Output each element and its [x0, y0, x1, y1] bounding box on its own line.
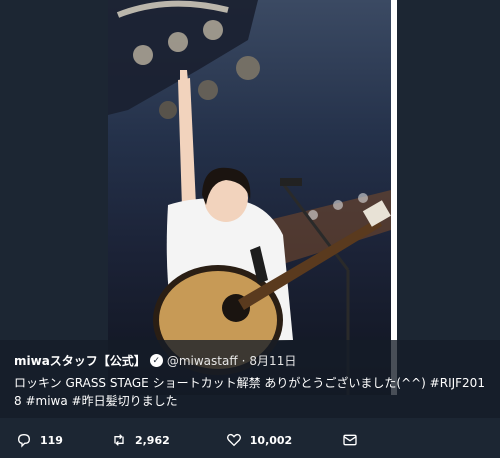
tweet-header: miwaスタッフ【公式】 ✓ @miwastaff · 8月11日: [14, 352, 296, 369]
message-icon: [343, 434, 357, 446]
author-handle[interactable]: @miwastaff: [167, 354, 238, 368]
retweet-icon: [114, 434, 124, 446]
direct-message-button[interactable]: [342, 432, 366, 448]
reply-button[interactable]: 119: [16, 432, 63, 448]
like-button[interactable]: 10,002: [226, 432, 292, 448]
retweet-button[interactable]: 2,962: [111, 432, 170, 448]
reply-count: 119: [40, 433, 63, 447]
tweet-actions: 119 2,962 10,002: [0, 422, 500, 458]
tweet-date[interactable]: 8月11日: [249, 352, 296, 369]
like-count: 10,002: [249, 433, 293, 447]
tweet-photo[interactable]: [108, 0, 391, 395]
tweet-text: ロッキン GRASS STAGE ショートカット解禁 ありがとうございました(^…: [14, 376, 485, 408]
verified-icon: ✓: [149, 354, 163, 367]
like-icon: [226, 433, 241, 447]
reply-icon: [17, 433, 31, 448]
retweet-count: 2,962: [134, 433, 170, 447]
author-name[interactable]: miwaスタッフ【公式】: [14, 352, 146, 369]
separator: ·: [241, 353, 246, 368]
photo-side-area: [397, 0, 500, 395]
photo-illustration: [108, 0, 391, 395]
